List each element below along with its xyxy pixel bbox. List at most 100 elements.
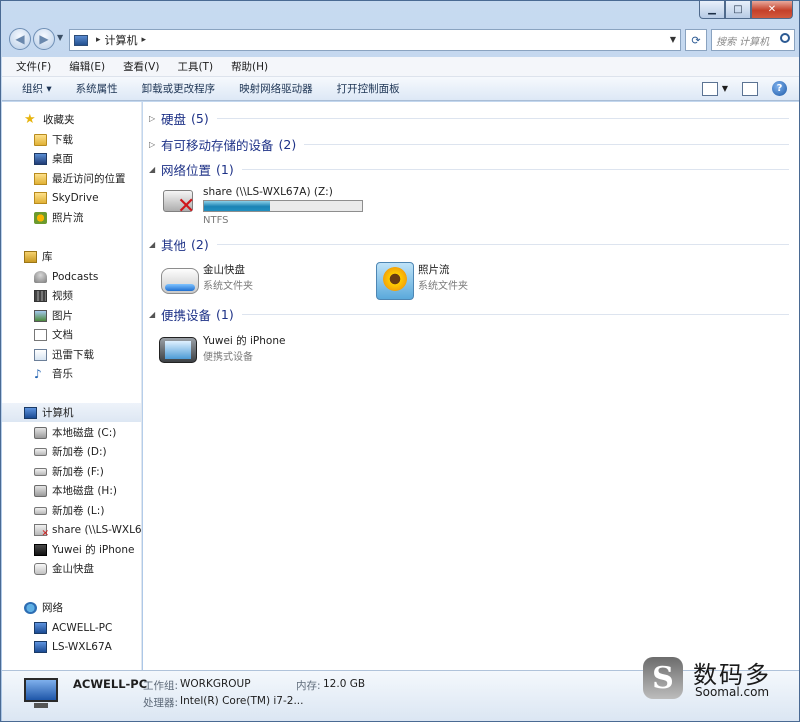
menu-file[interactable]: 文件(F) <box>16 59 51 74</box>
nav-item-desktop[interactable]: 桌面 <box>2 149 141 168</box>
podcasts-icon <box>34 270 47 283</box>
nav-favorites-label: 收藏夹 <box>43 114 75 126</box>
nav-item-pictures[interactable]: 图片 <box>2 306 141 325</box>
expanded-arrow-icon[interactable]: ◢ <box>149 310 161 319</box>
breadcrumb-separator-icon[interactable]: ▸ <box>142 35 147 45</box>
nav-item-downloads[interactable]: 下载 <box>2 130 141 149</box>
nav-computer[interactable]: 计算机 <box>2 403 141 422</box>
nav-item-drive-d[interactable]: 新加卷 (D:) <box>2 442 141 461</box>
minimize-button[interactable]: ▁ <box>699 1 725 19</box>
group-divider <box>241 168 789 170</box>
pictures-icon <box>34 309 47 322</box>
address-history-dropdown[interactable]: ▼ <box>670 35 676 44</box>
group-divider <box>216 117 789 119</box>
nav-item-drive-l[interactable]: 新加卷 (L:) <box>2 501 141 520</box>
group-title: 有可移动存储的设备 <box>161 137 274 153</box>
nav-item-recent-places[interactable]: 最近访问的位置 <box>2 169 141 188</box>
nav-item-iphone[interactable]: Yuwei 的 iPhone <box>2 540 141 559</box>
breadcrumb-separator-icon[interactable]: ▸ <box>96 35 101 45</box>
menu-tools[interactable]: 工具(T) <box>177 59 213 74</box>
close-button[interactable]: ✕ <box>751 1 793 19</box>
recent-pages-dropdown[interactable]: ▼ <box>57 33 63 42</box>
group-header-other[interactable]: ◢ 其他 (2) <box>149 235 789 253</box>
nav-item-label: 最近访问的位置 <box>52 173 126 185</box>
group-divider <box>216 243 789 245</box>
memory-label: 内存: <box>296 680 321 692</box>
nav-item-skydrive[interactable]: SkyDrive <box>2 188 141 207</box>
computer-icon <box>24 406 37 419</box>
search-placeholder: 搜索 计算机 <box>716 36 770 48</box>
workgroup-value: WORKGROUP <box>180 678 251 690</box>
iphone-tile[interactable]: Yuwei 的 iPhone 便携式设备 <box>159 329 359 375</box>
disconnected-network-drive-icon <box>34 523 49 539</box>
forward-button[interactable]: ▶ <box>33 28 55 50</box>
group-header-hard-disks[interactable]: ▷ 硬盘 (5) <box>149 109 789 127</box>
star-icon: ★ <box>24 111 36 127</box>
uninstall-program-button[interactable]: 卸载或更改程序 <box>142 81 216 96</box>
photo-stream-tile[interactable]: 照片流 系统文件夹 <box>374 258 574 304</box>
group-header-portable-devices[interactable]: ◢ 便携设备 (1) <box>149 305 789 323</box>
nav-item-drive-c[interactable]: 本地磁盘 (C:) <box>2 423 141 442</box>
network-computer-icon <box>34 621 47 634</box>
menu-edit[interactable]: 编辑(E) <box>69 59 105 74</box>
nav-item-share-drive[interactable]: share (\\LS-WXL67 <box>2 520 141 539</box>
arrow-right-icon: ▶ <box>39 32 49 46</box>
group-divider <box>241 313 789 315</box>
change-view-icon[interactable] <box>701 81 718 96</box>
map-network-drive-button[interactable]: 映射网络驱动器 <box>239 81 313 96</box>
nav-item-label: 文档 <box>52 329 73 341</box>
search-input[interactable]: 搜索 计算机 <box>711 29 795 51</box>
portable-device-icon <box>159 331 201 371</box>
system-properties-button[interactable]: 系统属性 <box>76 81 118 96</box>
libraries-icon <box>24 250 37 263</box>
soomal-logo-icon: S <box>643 657 683 699</box>
maximize-button[interactable]: □ <box>725 1 751 19</box>
expanded-arrow-icon[interactable]: ◢ <box>149 165 161 174</box>
refresh-button[interactable]: ⟳ <box>685 29 707 51</box>
network-globe-icon <box>24 601 37 614</box>
skydrive-folder-icon <box>34 191 47 204</box>
nav-item-podcasts[interactable]: Podcasts <box>2 267 141 286</box>
preview-pane-icon[interactable] <box>742 81 758 96</box>
nav-favorites[interactable]: ★ 收藏夹 <box>2 110 141 129</box>
nav-item-jinshan-kuaipan[interactable]: 金山快盘 <box>2 559 141 578</box>
collapsed-arrow-icon[interactable]: ▷ <box>149 140 161 149</box>
address-bar[interactable]: ▸ 计算机 ▸ ▼ <box>69 29 681 51</box>
system-drive-icon <box>34 426 47 439</box>
nav-item-label: 金山快盘 <box>52 563 94 575</box>
menu-help[interactable]: 帮助(H) <box>231 59 268 74</box>
collapsed-arrow-icon[interactable]: ▷ <box>149 114 161 123</box>
tile-name: share (\\LS-WXL67A) (Z:) <box>203 186 333 198</box>
help-icon[interactable]: ? <box>772 81 787 96</box>
window-controls: ▁ □ ✕ <box>699 1 793 19</box>
back-button[interactable]: ◀ <box>9 28 31 50</box>
open-control-panel-button[interactable]: 打开控制面板 <box>337 81 400 96</box>
nav-item-ls-wxl67a[interactable]: LS-WXL67A <box>2 637 141 656</box>
photo-stream-icon <box>374 260 416 300</box>
view-options-dropdown[interactable]: ▼ <box>722 84 728 93</box>
organize-button[interactable]: 组织 ▾ <box>22 81 52 96</box>
nav-item-thunder-downloads[interactable]: 迅雷下载 <box>2 345 141 364</box>
expanded-arrow-icon[interactable]: ◢ <box>149 240 161 249</box>
nav-libraries[interactable]: 库 <box>2 247 141 266</box>
nav-item-drive-h[interactable]: 本地磁盘 (H:) <box>2 481 141 500</box>
group-header-removable-storage[interactable]: ▷ 有可移动存储的设备 (2) <box>149 135 789 153</box>
nav-item-music[interactable]: ♪ 音乐 <box>2 364 141 383</box>
menu-view[interactable]: 查看(V) <box>123 59 159 74</box>
group-header-network-locations[interactable]: ◢ 网络位置 (1) <box>149 160 789 178</box>
nav-item-drive-f[interactable]: 新加卷 (F:) <box>2 462 141 481</box>
drive-usage-fill <box>204 201 271 211</box>
nav-item-videos[interactable]: 视频 <box>2 286 141 305</box>
nav-item-photo-stream[interactable]: 照片流 <box>2 208 141 227</box>
nav-item-label: Podcasts <box>52 270 99 283</box>
refresh-icon: ⟳ <box>691 33 701 47</box>
nav-item-documents[interactable]: 文档 <box>2 325 141 344</box>
documents-icon <box>34 328 47 341</box>
jinshan-kuaipan-tile[interactable]: 金山快盘 系统文件夹 <box>159 258 359 304</box>
nav-item-label: SkyDrive <box>52 191 99 204</box>
command-bar-right: ▼ ? <box>688 81 787 96</box>
nav-network[interactable]: 网络 <box>2 598 141 617</box>
breadcrumb-computer[interactable]: 计算机 <box>105 32 138 48</box>
tile-type: 便携式设备 <box>203 352 253 363</box>
nav-item-acwell-pc[interactable]: ACWELL-PC <box>2 618 141 637</box>
